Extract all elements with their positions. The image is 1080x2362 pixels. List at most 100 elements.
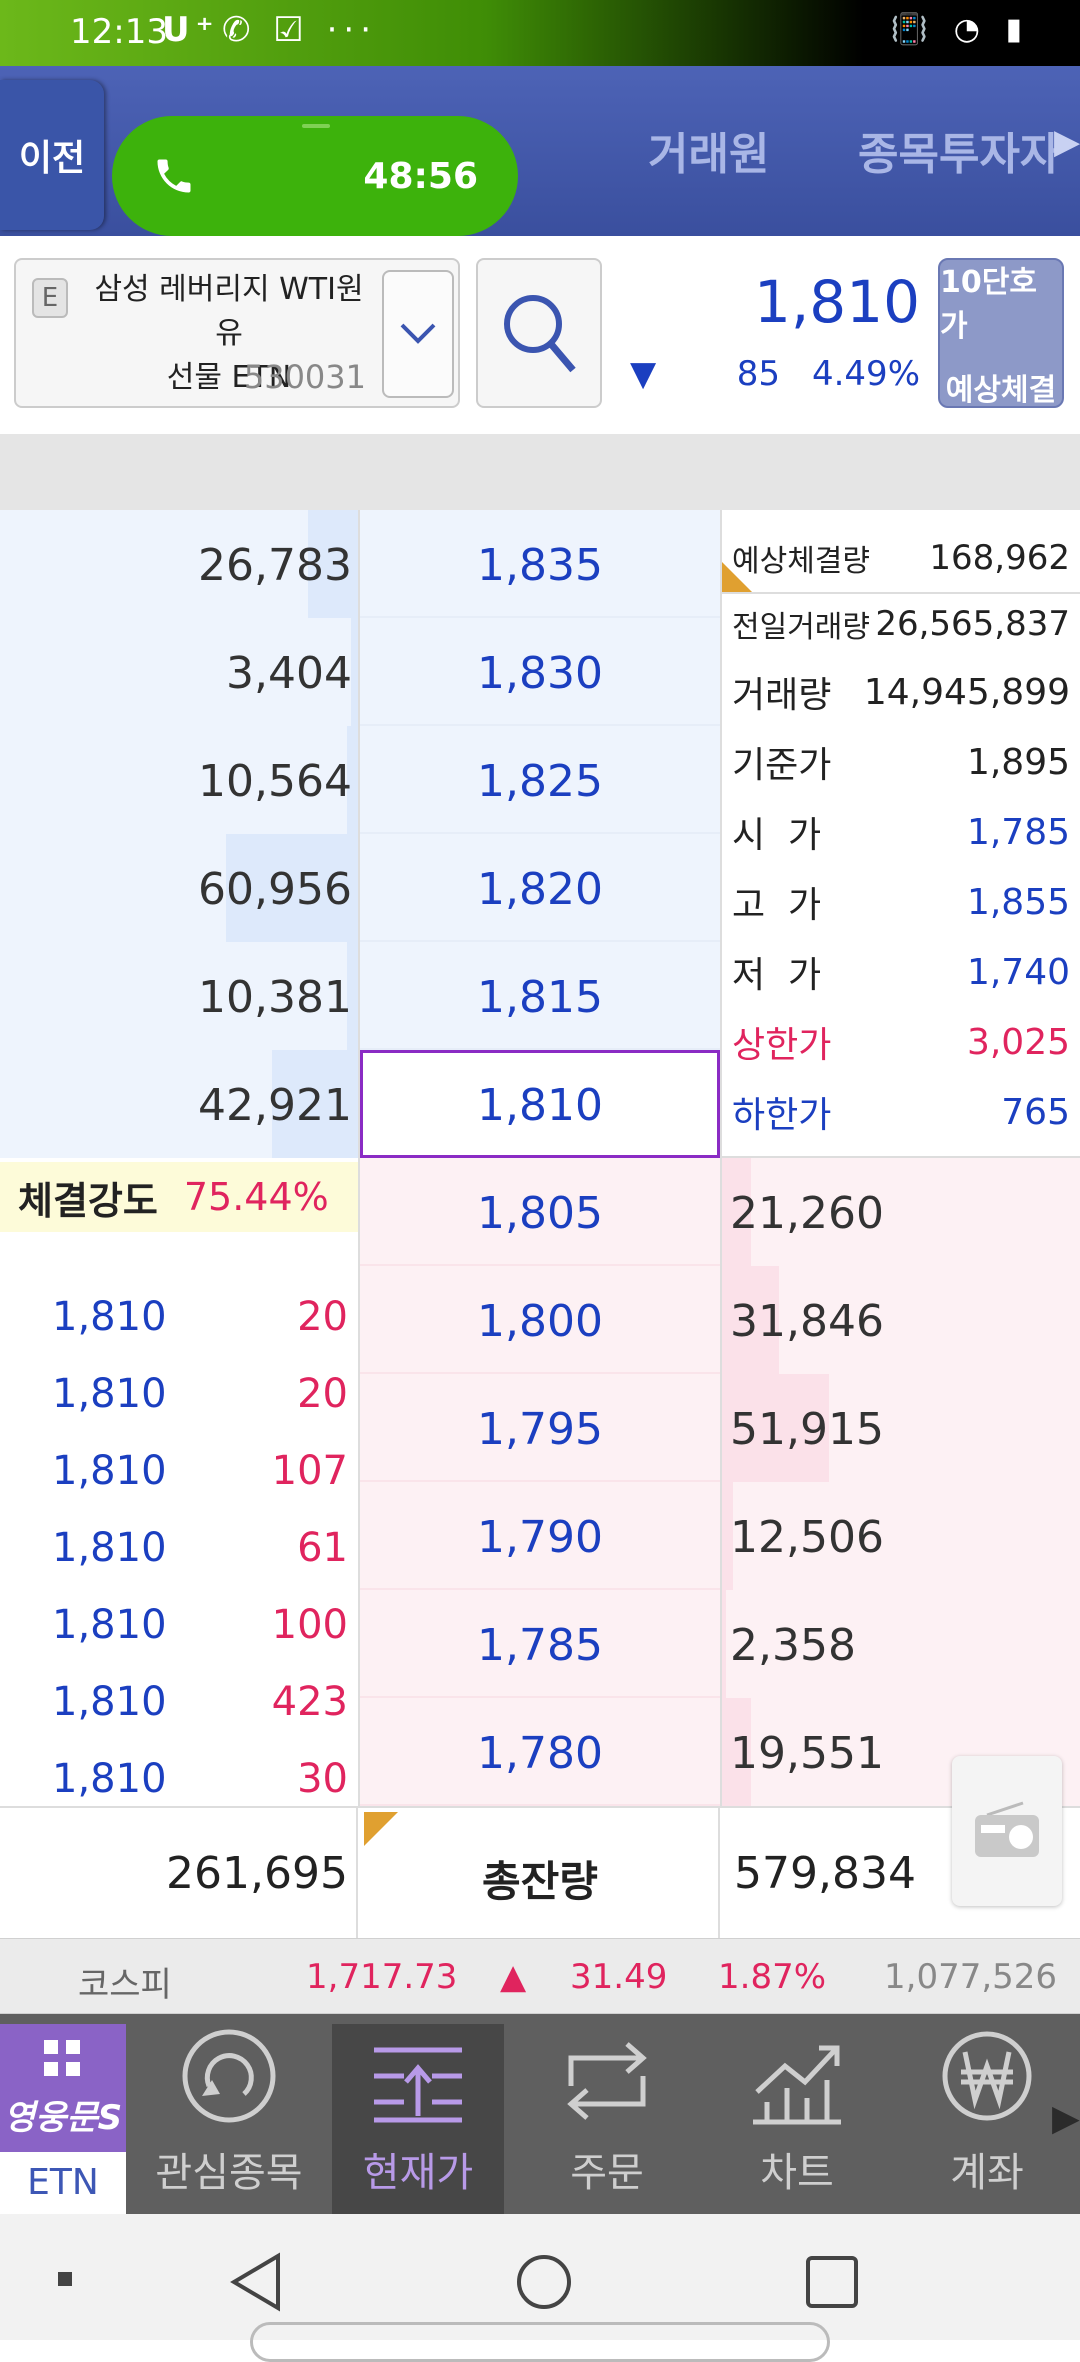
- bid-price: 1,805: [477, 1188, 603, 1239]
- bid-total: 579,834: [734, 1848, 916, 1899]
- stock-selector[interactable]: E 삼성 레버리지 WTI원유 선물 ETN 530031: [14, 258, 460, 408]
- info-value: 1,740: [966, 951, 1070, 993]
- radio-button[interactable]: [952, 1756, 1062, 1906]
- bid-price-cell[interactable]: 1,800: [360, 1266, 720, 1374]
- trade-qty: 423: [271, 1679, 348, 1725]
- ask-price-cell[interactable]: 1,835: [360, 510, 720, 618]
- nav-label-current-price: 현재가: [362, 2150, 474, 2196]
- info-label: 거래량: [732, 675, 832, 716]
- back-nav-icon[interactable]: [228, 2252, 284, 2312]
- stock-dropdown-button[interactable]: [382, 270, 454, 398]
- bid-price-cell[interactable]: 1,780: [360, 1698, 720, 1806]
- chart-icon: [753, 2045, 841, 2125]
- tab-broker[interactable]: 거래원: [648, 118, 769, 182]
- index-change-pct: 1.87%: [718, 1957, 827, 1997]
- execution-strength: 체결강도 75.44%: [0, 1162, 358, 1232]
- nav-watchlist[interactable]: 관심종목: [144, 2024, 314, 2214]
- info-row: 시 가 1,785: [732, 802, 1070, 862]
- nav-order[interactable]: 주문: [522, 2024, 692, 2214]
- bid-price-cell[interactable]: 1,785: [360, 1590, 720, 1698]
- trade-price: 1,810: [52, 1448, 167, 1494]
- market-badge: E: [32, 278, 68, 318]
- bid-price-cell[interactable]: 1,795: [360, 1374, 720, 1482]
- trade-qty: 61: [297, 1525, 348, 1571]
- ask-volume-cell[interactable]: 10,564: [0, 726, 358, 834]
- info-value: 1,895: [966, 741, 1070, 783]
- ask-price-cell[interactable]: 1,830: [360, 618, 720, 726]
- index-change: 31.49: [570, 1957, 668, 1997]
- trade-qty: 30: [297, 1756, 348, 1802]
- ask-volume: 10,381: [198, 972, 352, 1023]
- ask-price: 1,810: [477, 1080, 603, 1131]
- bid-price-cell[interactable]: 1,790: [360, 1482, 720, 1590]
- strength-label: 체결강도: [18, 1178, 158, 1223]
- ask-price-cell[interactable]: 1,810: [360, 1050, 720, 1158]
- trade-price: 1,810: [52, 1602, 167, 1648]
- dot-icon[interactable]: [58, 2272, 72, 2286]
- info-label: 저 가: [732, 955, 822, 996]
- info-value: 26,565,837: [875, 604, 1070, 644]
- back-button[interactable]: 이전: [0, 80, 104, 230]
- nav-current-price[interactable]: 현재가: [332, 2024, 504, 2214]
- drag-handle-icon[interactable]: [302, 124, 330, 128]
- tab-investor[interactable]: 종목투자자: [858, 118, 1060, 182]
- ask-volume-cell[interactable]: 3,404: [0, 618, 358, 726]
- ongoing-call-pill[interactable]: 48:56: [112, 116, 518, 236]
- hoga-toggle-button[interactable]: 10단호가 예상체결: [938, 258, 1064, 408]
- home-nav-icon[interactable]: [514, 2252, 574, 2312]
- ask-price-cell[interactable]: 1,815: [360, 942, 720, 1050]
- tab-scroll-icon[interactable]: ▶: [1054, 122, 1080, 162]
- bid-volume-cell[interactable]: 31,846: [722, 1266, 1080, 1374]
- trade-row: 1,810 423: [0, 1679, 356, 1755]
- info-label: 시 가: [732, 815, 822, 856]
- bid-volume-bar: [722, 1590, 726, 1698]
- bid-price: 1,790: [477, 1512, 603, 1563]
- info-label: 고 가: [732, 885, 822, 926]
- gesture-handle[interactable]: [250, 2322, 830, 2362]
- ask-volume-cell[interactable]: 42,921: [0, 1050, 358, 1158]
- bid-volume-cell[interactable]: 21,260: [722, 1158, 1080, 1266]
- top-header: 이전 거래원 종목투자자 ▶ 48:56: [0, 66, 1080, 236]
- info-row: 하한가 765: [732, 1082, 1070, 1142]
- index-ticker[interactable]: 코스피 1,717.73 ▲ 31.49 1.87% 1,077,526: [0, 1938, 1080, 2014]
- ask-volume-cell[interactable]: 26,783: [0, 510, 358, 618]
- nav-more-icon[interactable]: ▶: [1052, 2098, 1080, 2139]
- bid-volume-cell[interactable]: 2,358: [722, 1590, 1080, 1698]
- ask-price: 1,815: [477, 972, 603, 1023]
- ask-price-cell[interactable]: 1,820: [360, 834, 720, 942]
- status-time: 12:13: [70, 12, 168, 52]
- ask-volume: 26,783: [198, 540, 352, 591]
- grid-menu-icon: [44, 2040, 80, 2076]
- trade-row: 1,810 61: [0, 1525, 356, 1601]
- trade-price: 1,810: [52, 1679, 167, 1725]
- bid-volume: 12,506: [730, 1512, 884, 1563]
- ask-price: 1,820: [477, 864, 603, 915]
- ask-volume-cell[interactable]: 60,956: [0, 834, 358, 942]
- bid-volume-cell[interactable]: 51,915: [722, 1374, 1080, 1482]
- trade-qty: 20: [297, 1294, 348, 1340]
- info-value: 3,025: [966, 1021, 1070, 1063]
- ask-price: 1,830: [477, 648, 603, 699]
- watchlist-icon: [182, 2029, 276, 2123]
- brand-menu-button[interactable]: 영웅문S ETN: [0, 2024, 126, 2214]
- recent-trades: 1,810 20 1,810 20 1,810 107 1,810 61 1,810 100 1,8…: [0, 1270, 358, 1802]
- spacer-band: [0, 434, 1080, 510]
- quote-info-panel: 예상체결량 168,962 전일거래량 26,565,837 거래량 14,945,899…: [722, 510, 1080, 1155]
- nav-account[interactable]: 계좌: [902, 2024, 1072, 2214]
- bid-price-cell[interactable]: 1,805: [360, 1158, 720, 1266]
- search-button[interactable]: [476, 258, 602, 408]
- info-row: 저 가 1,740: [732, 942, 1070, 1002]
- ask-price: 1,835: [477, 540, 603, 591]
- recents-nav-icon[interactable]: [804, 2254, 860, 2310]
- nav-chart[interactable]: 차트: [712, 2024, 882, 2214]
- nav-label-order: 주문: [570, 2150, 644, 2196]
- trade-price: 1,810: [52, 1525, 167, 1571]
- ask-price-cell[interactable]: 1,825: [360, 726, 720, 834]
- won-coin-icon: [942, 2031, 1032, 2121]
- chevron-down-icon: [400, 323, 436, 344]
- nav-label-watchlist: 관심종목: [155, 2150, 303, 2196]
- bid-volume: 21,260: [730, 1188, 884, 1239]
- bid-volume: 2,358: [730, 1620, 856, 1671]
- ask-volume-cell[interactable]: 10,381: [0, 942, 358, 1050]
- bid-volume-cell[interactable]: 12,506: [722, 1482, 1080, 1590]
